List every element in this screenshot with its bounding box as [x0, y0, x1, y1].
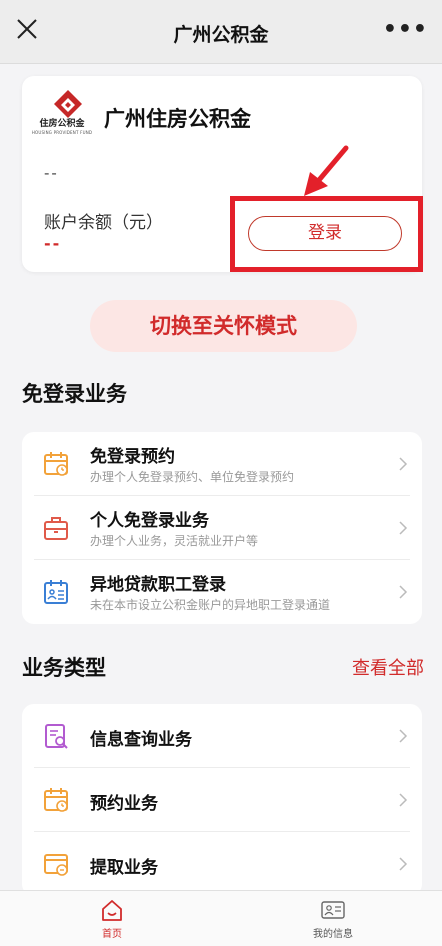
item-subtitle: 办理个人免登录预约、单位免登录预约 — [90, 470, 295, 484]
item-title: 个人免登录业务 — [90, 511, 209, 531]
briefcase-icon — [44, 517, 68, 540]
chevron-right-icon — [399, 857, 408, 871]
chevron-right-icon — [399, 729, 408, 743]
annotation-arrow-icon — [304, 145, 349, 196]
view-all-link[interactable]: 查看全部 — [352, 654, 424, 680]
nav-bar: 广州公积金 ••• — [0, 0, 442, 64]
page-title: 广州公积金 — [173, 24, 269, 46]
item-subtitle: 办理个人业务，灵活就业开户等 — [90, 534, 259, 548]
list-item-info-query[interactable]: 信息查询业务 — [22, 704, 422, 768]
org-name: 广州住房公积金 — [104, 107, 251, 131]
document-search-icon — [45, 724, 68, 749]
care-mode-button[interactable]: 切换至关怀模式 — [90, 300, 357, 352]
tab-label: 我的信息 — [313, 929, 353, 940]
tab-home[interactable]: 首页 — [72, 897, 152, 940]
logo-subtext: HOUSING PROVIDENT FUND — [31, 130, 93, 135]
item-title: 信息查询业务 — [90, 730, 192, 750]
list-item-appointment[interactable]: 预约业务 — [22, 768, 422, 832]
balance-label: 账户余额（元） — [44, 213, 163, 233]
item-title: 预约业务 — [90, 794, 158, 814]
tab-label: 首页 — [102, 929, 122, 940]
balance-value: -- — [44, 234, 62, 253]
list-item-free-appointment[interactable]: 免登录预约 办理个人免登录预约、单位免登录预约 — [22, 432, 422, 496]
item-title: 提取业务 — [90, 858, 158, 878]
home-icon — [102, 900, 122, 921]
logo-text: 住房公积金 — [39, 119, 85, 129]
tab-bar: 首页 我的信息 — [0, 890, 442, 946]
tab-my-info[interactable]: 我的信息 — [293, 897, 373, 940]
chevron-right-icon — [399, 585, 408, 599]
withdraw-card-icon — [44, 854, 68, 876]
account-number: -- — [44, 164, 59, 182]
section-title-business-types: 业务类型 — [22, 656, 106, 680]
list-item-withdrawal[interactable]: 提取业务 — [22, 832, 422, 896]
item-title: 异地贷款职工登录 — [90, 575, 226, 595]
calendar-list-icon — [44, 580, 68, 604]
list-item-remote-loan-login[interactable]: 异地贷款职工登录 未在本市设立公积金账户的异地职工登录通道 — [22, 560, 422, 624]
list-item-personal-business[interactable]: 个人免登录业务 办理个人业务，灵活就业开户等 — [22, 496, 422, 560]
id-card-icon — [321, 901, 345, 919]
chevron-right-icon — [399, 521, 408, 535]
login-button[interactable]: 登录 — [248, 216, 402, 251]
item-title: 免登录预约 — [90, 447, 175, 467]
item-subtitle: 未在本市设立公积金账户的异地职工登录通道 — [90, 598, 331, 612]
business-types-card: 信息查询业务 预约业务 提取业务 — [22, 704, 422, 896]
chevron-right-icon — [399, 793, 408, 807]
calendar-icon — [44, 788, 68, 812]
more-menu-icon[interactable]: ••• — [383, 19, 428, 41]
section-title-free-login: 免登录业务 — [22, 382, 127, 406]
calendar-icon — [44, 452, 68, 476]
chevron-right-icon — [399, 457, 408, 471]
free-login-card: 免登录预约 办理个人免登录预约、单位免登录预约 个人免登录业务 办理个人业务，灵… — [22, 432, 422, 624]
